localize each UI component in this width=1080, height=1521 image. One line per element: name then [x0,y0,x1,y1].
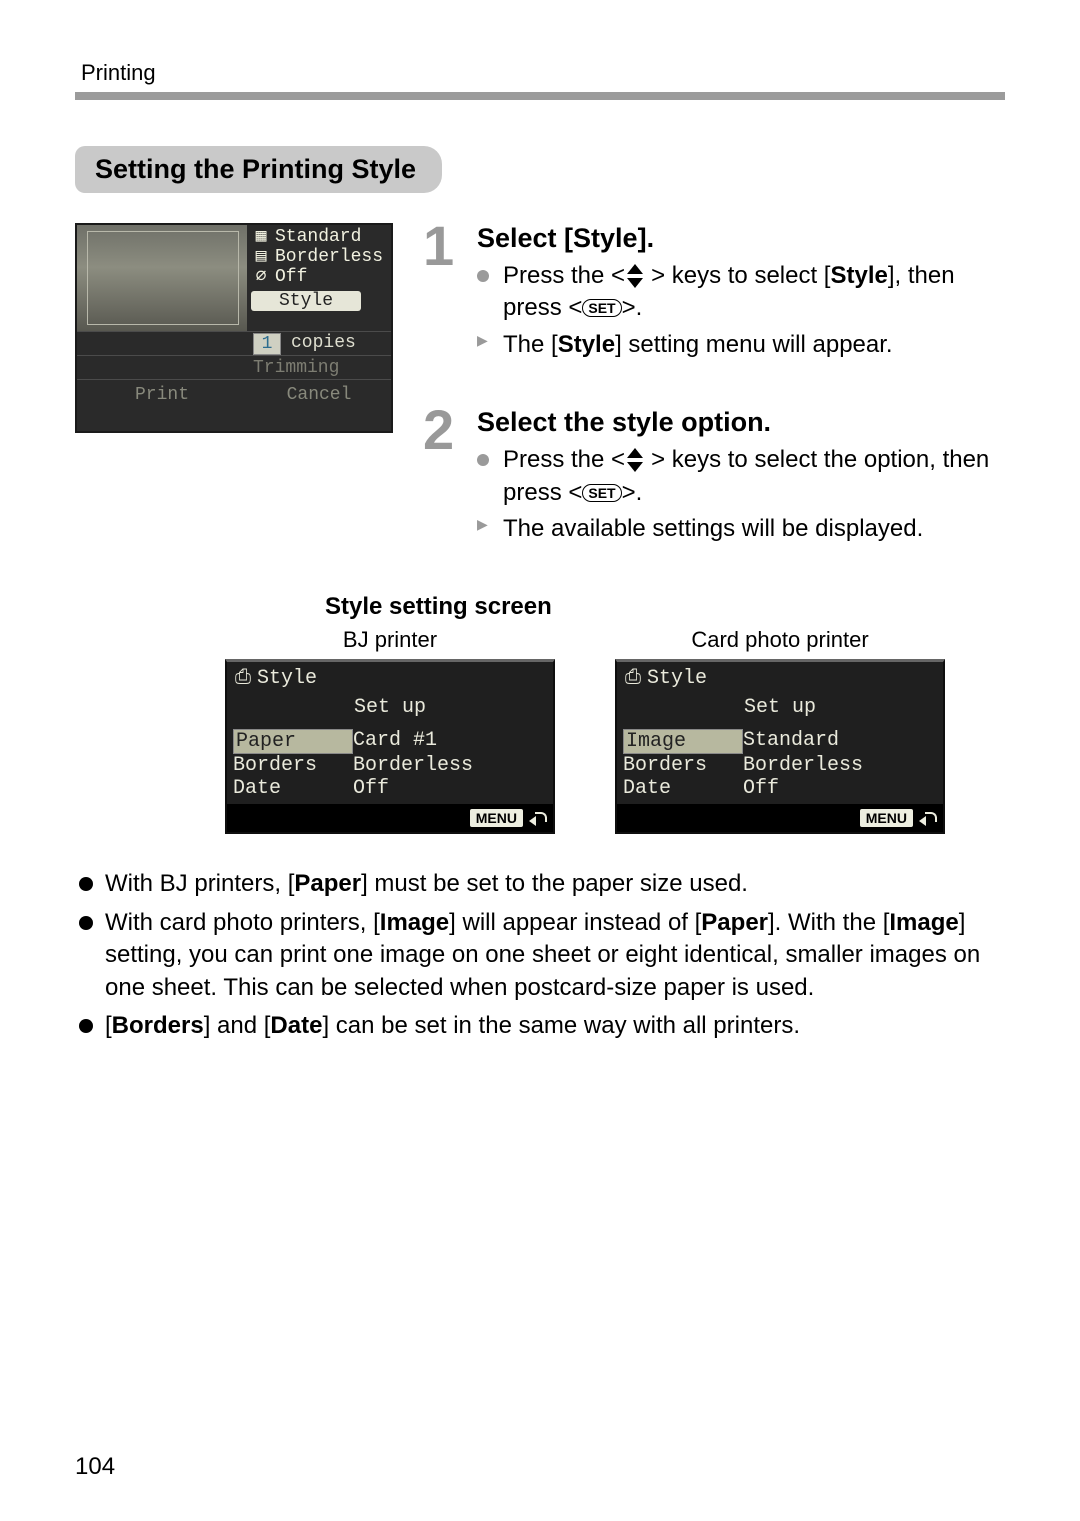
info-off: Off [275,267,307,287]
up-down-key-icon [625,267,651,285]
notes-list: With BJ printers, [Paper] must be set to… [75,868,1005,1042]
set-key-icon: SET [582,299,621,317]
cancel-item: Cancel [247,385,391,405]
lcd-title: Style [257,667,317,690]
step-number: 2 [423,397,454,462]
lcd-row-borders[interactable]: BordersBorderless [623,754,937,777]
lcd-row-image[interactable]: ImageStandard [623,729,937,754]
note-item: [Borders] and [Date] can be set in the s… [75,1010,1005,1042]
step-2: 2 Select the style option. Press the <> … [423,407,1005,545]
set-key-icon: SET [582,484,621,502]
running-header: Printing [75,60,1005,86]
step-title: Select the style option. [477,407,1005,438]
step-instruction: Press the <> keys to select [Style], the… [477,260,1005,325]
card-photo-printer-screen: Card photo printer ⎙ Style Set up ImageSt… [615,627,945,834]
copies-label: copies [291,333,356,355]
info-borderless: Borderless [275,247,383,267]
menu-badge: MENU [860,809,913,827]
printer-icon: ⎙ [625,666,641,690]
up-down-key-icon [625,451,651,469]
page-number: 104 [75,1453,115,1481]
step-result: The [Style] setting menu will appear. [477,329,1005,361]
note-item: With BJ printers, [Paper] must be set to… [75,868,1005,900]
lcd-title: Style [647,667,707,690]
lcd-subtitle: Set up [227,694,553,729]
step-result: The available settings will be displayed… [477,513,1005,545]
return-icon [919,810,937,826]
lcd-row-date[interactable]: DateOff [233,777,547,800]
header-rule [75,92,1005,100]
section-title: Setting the Printing Style [75,146,442,193]
trimming-item: Trimming [253,358,339,378]
step-title: Select [Style]. [477,223,1005,254]
step-number: 1 [423,213,454,278]
style-menu-item[interactable]: Style [251,291,361,311]
note-item: With card photo printers, [Image] will a… [75,907,1005,1004]
menu-badge: MENU [470,809,523,827]
screen-caption: Card photo printer [615,627,945,653]
bj-printer-screen: BJ printer ⎙ Style Set up PaperCard #1 Bo… [225,627,555,834]
screen-caption: BJ printer [225,627,555,653]
lcd-subtitle: Set up [617,694,943,729]
grid-icon: ▦ [253,227,269,247]
copies-count: 1 [253,333,281,355]
borderless-icon: ▤ [253,247,269,267]
step-instruction: Press the <> keys to select the option, … [477,444,1005,509]
printer-icon: ⎙ [235,666,251,690]
preview-thumbnail [77,225,247,331]
print-item: Print [77,385,247,405]
style-screens-heading: Style setting screen [325,593,1005,621]
step-1: 1 Select [Style]. Press the <> keys to s… [423,223,1005,361]
lcd-row-borders[interactable]: BordersBorderless [233,754,547,777]
camera-screenshot-print: ▦ Standard ▤ Borderless ⌀ Off Style 1 copie… [75,223,393,433]
lcd-row-paper[interactable]: PaperCard #1 [233,729,547,754]
lcd-row-date[interactable]: DateOff [623,777,937,800]
off-icon: ⌀ [253,267,269,287]
return-icon [529,810,547,826]
info-standard: Standard [275,227,361,247]
